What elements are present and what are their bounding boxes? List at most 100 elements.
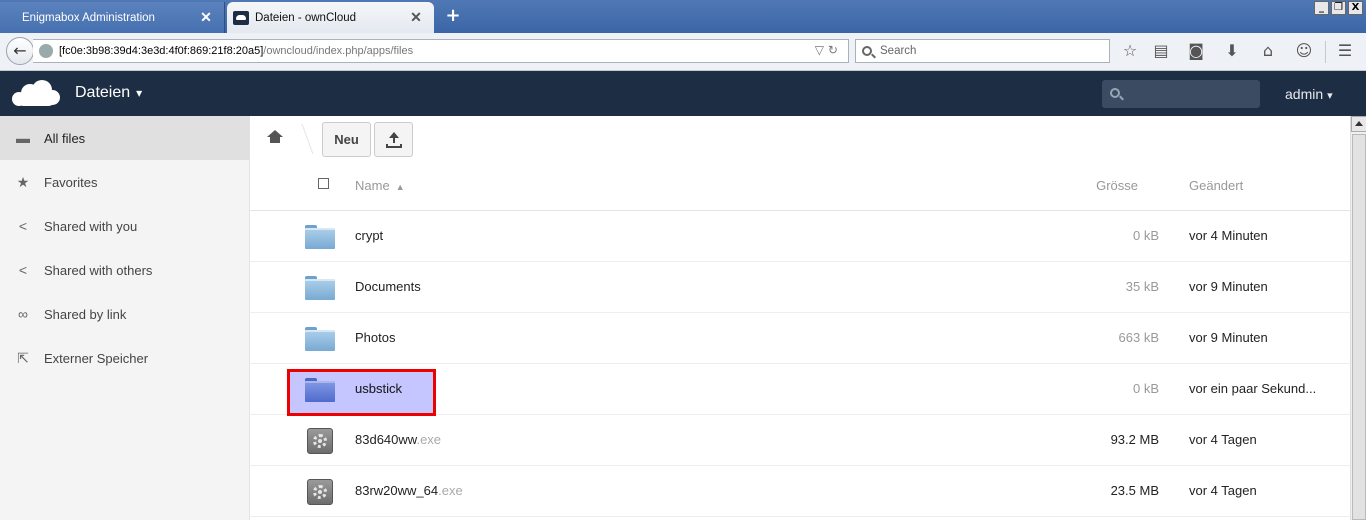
folder-icon (304, 323, 336, 355)
sidebar-item-external-storage[interactable]: ⇱ Externer Speicher (0, 336, 250, 380)
sidebar-item-label: Shared with you (44, 218, 138, 234)
share-icon: < (18, 218, 28, 234)
folder-icon: ▬ (16, 130, 30, 146)
file-name[interactable]: Photos (355, 330, 395, 345)
new-tab-button[interactable]: + (442, 5, 464, 27)
breadcrumb-separator (286, 124, 314, 154)
minimize-button[interactable]: _ (1314, 1, 1329, 15)
search-icon (862, 46, 872, 56)
share-icon: < (18, 262, 28, 278)
file-name[interactable]: 83d640ww.exe (355, 432, 441, 447)
tab-owncloud[interactable]: Dateien - ownCloud ✕ (227, 2, 434, 33)
home-icon[interactable]: ⌂ (1258, 41, 1278, 61)
menu-icon[interactable]: ☰ (1335, 41, 1355, 61)
reload-icon[interactable]: ▽↻ (815, 43, 842, 57)
url-host: [fc0e:3b98:39d4:3e3d:4f0f:869:21f8:20a5] (59, 45, 264, 57)
bookmark-star-icon[interactable]: ☆ (1120, 41, 1140, 61)
sidebar-item-label: All files (44, 130, 86, 146)
star-icon: ★ (16, 174, 30, 190)
scrollbar[interactable] (1350, 116, 1366, 520)
browser-navbar: ← [fc0e:3b98:39d4:3e3d:4f0f:869:21f8:20a… (0, 33, 1366, 71)
table-header: Name ▲ Grösse Geändert (250, 166, 1350, 211)
sidebar-item-all-files[interactable]: ▬ All files (0, 116, 250, 160)
select-all-checkbox[interactable] (318, 178, 329, 189)
link-icon: ∞ (18, 306, 28, 322)
tab-title: Dateien - ownCloud (255, 11, 357, 24)
column-header-size[interactable]: Grösse (1096, 178, 1138, 193)
executable-file-icon (304, 425, 336, 457)
folder-icon (304, 272, 336, 304)
file-size: 93.2 MB (1110, 432, 1159, 447)
table-row[interactable]: 83rw20ww_64.exe 23.5 MB vor 4 Tagen (250, 466, 1350, 517)
sidebar-item-shared-with-others[interactable]: < Shared with others (0, 248, 250, 292)
sidebar-item-label: Shared by link (44, 306, 127, 322)
sidebar-item-label: Externer Speicher (44, 350, 149, 366)
owncloud-favicon-icon (233, 10, 249, 25)
chevron-down-icon: ▾ (136, 86, 143, 100)
username: admin (1285, 86, 1324, 102)
folder-icon (304, 221, 336, 253)
file-modified: vor 9 Minuten (1189, 279, 1268, 294)
site-globe-icon[interactable] (39, 44, 53, 58)
file-name[interactable]: usbstick (355, 381, 402, 396)
owncloud-search-input[interactable] (1102, 80, 1260, 108)
file-size: 0 kB (1132, 381, 1159, 396)
close-window-button[interactable]: X (1348, 1, 1363, 15)
tab-title: Enigmabox Administration (22, 11, 155, 24)
upload-button[interactable] (374, 122, 413, 157)
table-row[interactable]: Photos 663 kB vor 9 Minuten (250, 313, 1350, 364)
file-name[interactable]: Documents (355, 279, 421, 294)
sort-ascending-icon: ▲ (395, 182, 405, 192)
sidebar-item-favorites[interactable]: ★ Favorites (0, 160, 250, 204)
back-arrow-icon[interactable]: ← (6, 37, 34, 65)
file-modified: vor 4 Tagen (1189, 483, 1257, 498)
user-menu-button[interactable]: admin ▾ (1285, 86, 1333, 102)
file-size: 0 kB (1132, 228, 1159, 243)
tab-close-icon[interactable]: ✕ (408, 9, 424, 26)
table-row[interactable]: 83d640ww.exe 93.2 MB vor 4 Tagen (250, 415, 1350, 466)
sidebar-item-shared-by-link[interactable]: ∞ Shared by link (0, 292, 250, 336)
file-list-area: Neu Name ▲ Grösse Geändert crypt 0 kB vor… (250, 116, 1350, 520)
table-row[interactable]: Documents 35 kB vor 9 Minuten (250, 262, 1350, 313)
file-name[interactable]: 83rw20ww_64.exe (355, 483, 463, 498)
pocket-icon[interactable]: ◙ (1186, 41, 1206, 61)
tab-enigmabox[interactable]: Enigmabox Administration ✕ (0, 2, 225, 33)
scrollbar-thumb[interactable] (1352, 134, 1366, 520)
owncloud-logo-icon[interactable] (12, 80, 62, 106)
search-icon (1110, 88, 1120, 98)
table-row[interactable]: crypt 0 kB vor 4 Minuten (250, 211, 1350, 262)
app-menu-button[interactable]: Dateien ▾ (75, 84, 142, 102)
upload-icon (385, 131, 402, 148)
file-size: 35 kB (1125, 279, 1159, 294)
toolbar-divider (1325, 41, 1326, 63)
folder-icon (304, 374, 336, 406)
app-name: Dateien (75, 84, 131, 101)
file-name[interactable]: crypt (355, 228, 383, 243)
file-modified: vor 4 Tagen (1189, 432, 1257, 447)
sidebar-item-shared-with-you[interactable]: < Shared with you (0, 204, 250, 248)
smiley-icon[interactable]: ☺ (1294, 41, 1314, 61)
executable-file-icon (304, 476, 336, 508)
download-icon[interactable]: ⬇ (1222, 41, 1242, 61)
search-placeholder: Search (880, 45, 917, 57)
file-modified: vor 9 Minuten (1189, 330, 1268, 345)
new-button[interactable]: Neu (322, 122, 371, 157)
file-modified: vor 4 Minuten (1189, 228, 1268, 243)
file-size: 23.5 MB (1110, 483, 1159, 498)
home-icon[interactable] (267, 130, 283, 144)
external-icon: ⇱ (17, 350, 29, 366)
scroll-up-arrow-icon[interactable] (1351, 116, 1366, 132)
tab-close-icon[interactable]: ✕ (198, 9, 214, 26)
restore-button[interactable]: ❐ (1331, 1, 1346, 15)
url-bar[interactable]: [fc0e:3b98:39d4:3e3d:4f0f:869:21f8:20a5]… (33, 39, 849, 63)
url-path: /owncloud/index.php/apps/files (263, 45, 414, 57)
reading-list-icon[interactable]: ▤ (1151, 41, 1171, 61)
browser-tab-strip: Enigmabox Administration ✕ Dateien - own… (0, 0, 1366, 33)
sidebar-item-label: Shared with others (44, 262, 153, 278)
sidebar-item-label: Favorites (44, 174, 98, 190)
browser-search-input[interactable]: Search (855, 39, 1110, 63)
sidebar: ▬ All files ★ Favorites < Shared with yo… (0, 116, 250, 520)
column-header-modified[interactable]: Geändert (1189, 178, 1243, 193)
column-header-name[interactable]: Name ▲ (355, 178, 405, 193)
owncloud-header: Dateien ▾ admin ▾ (0, 71, 1366, 116)
